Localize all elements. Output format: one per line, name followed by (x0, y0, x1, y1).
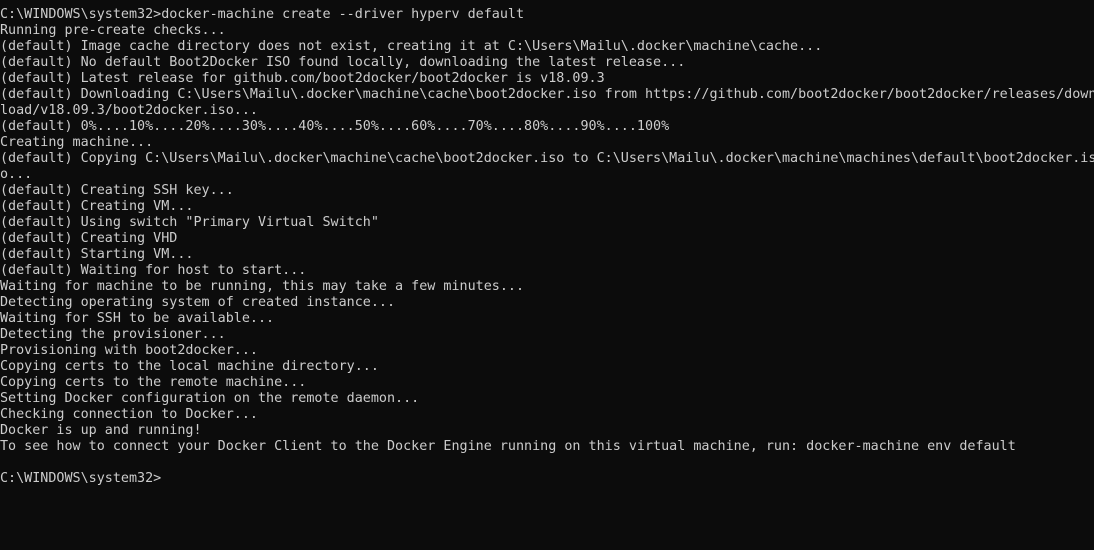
output-line: Copying certs to the local machine direc… (0, 359, 379, 374)
output-line: Provisioning with boot2docker... (0, 343, 258, 358)
output-line: (default) Creating VM... (0, 199, 194, 214)
output-line: Waiting for SSH to be available... (0, 311, 275, 326)
output-line: Docker is up and running! (0, 423, 202, 438)
output-line: To see how to connect your Docker Client… (0, 439, 1016, 454)
output-line: (default) Image cache directory does not… (0, 39, 823, 54)
command-line: C:\WINDOWS\system32>docker-machine creat… (0, 7, 525, 22)
output-line: Running pre-create checks... (0, 23, 226, 38)
output-line: o... (0, 167, 33, 182)
output-line: (default) Starting VM... (0, 247, 194, 262)
output-line: (default) Creating SSH key... (0, 183, 234, 198)
output-line: (default) Downloading C:\Users\Mailu\.do… (0, 87, 1094, 102)
prompt-line[interactable]: C:\WINDOWS\system32> (0, 471, 1094, 487)
output-line: Detecting the provisioner... (0, 327, 226, 342)
output-line: Creating machine... (0, 135, 154, 150)
prompt-text: C:\WINDOWS\system32> (0, 471, 162, 486)
output-line: (default) Waiting for host to start... (0, 263, 307, 278)
output-line: (default) No default Boot2Docker ISO fou… (0, 55, 686, 70)
output-line: Setting Docker configuration on the remo… (0, 391, 420, 406)
output-line: (default) Copying C:\Users\Mailu\.docker… (0, 151, 1094, 166)
progress-line: (default) 0%....10%....20%....30%....40%… (0, 119, 670, 134)
output-line: (default) Creating VHD (0, 231, 178, 246)
output-line: (default) Using switch "Primary Virtual … (0, 215, 379, 230)
output-line: Waiting for machine to be running, this … (0, 279, 525, 294)
output-line: Checking connection to Docker... (0, 407, 258, 422)
output-line: Copying certs to the remote machine... (0, 375, 307, 390)
output-line: Detecting operating system of created in… (0, 295, 396, 310)
output-line: (default) Latest release for github.com/… (0, 71, 605, 86)
terminal-window[interactable]: C:\WINDOWS\system32>docker-machine creat… (0, 0, 1094, 550)
output-line: load/v18.09.3/boot2docker.iso... (0, 103, 258, 118)
